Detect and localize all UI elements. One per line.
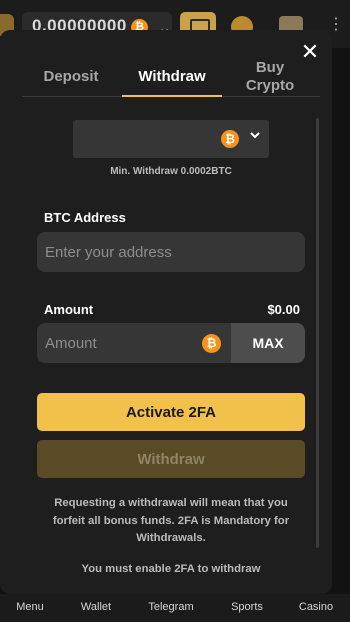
- min-withdraw-text: Min. Withdraw 0.0002BTC: [110, 166, 232, 177]
- amount-field: ₿ MAX: [37, 323, 305, 363]
- amount-label: Amount: [44, 302, 94, 317]
- wallet-modal: ✕ Deposit Withdraw Buy Crypto ₿ Min. Wit…: [0, 30, 332, 594]
- nav-menu[interactable]: Menu: [0, 601, 60, 613]
- nav-sports[interactable]: Sports: [217, 601, 277, 613]
- address-input[interactable]: [37, 232, 305, 272]
- more-icon[interactable]: ⋮: [328, 14, 344, 34]
- max-button[interactable]: MAX: [231, 323, 305, 363]
- bitcoin-icon: ₿: [202, 334, 221, 353]
- tab-withdraw[interactable]: Withdraw: [122, 54, 222, 97]
- wallet-tabs: Deposit Withdraw Buy Crypto: [22, 54, 320, 97]
- nav-telegram[interactable]: Telegram: [141, 601, 201, 613]
- tab-buy-crypto-line1: Buy: [255, 59, 285, 76]
- bitcoin-icon: ₿: [221, 130, 239, 148]
- coin-select[interactable]: ₿: [73, 120, 269, 158]
- address-label: BTC Address: [44, 210, 126, 225]
- nav-wallet[interactable]: Wallet: [66, 601, 126, 613]
- amount-usd-value: $0.00: [267, 302, 300, 317]
- withdraw-button[interactable]: Withdraw: [37, 440, 305, 478]
- tab-buy-crypto[interactable]: Buy Crypto: [230, 54, 310, 97]
- activate-2fa-button[interactable]: Activate 2FA: [37, 393, 305, 431]
- tab-deposit[interactable]: Deposit: [22, 54, 120, 97]
- withdraw-warning: Requesting a withdrawal will mean that y…: [52, 497, 290, 544]
- chevron-down-icon: [249, 128, 261, 144]
- tab-buy-crypto-line2: Crypto: [245, 77, 295, 94]
- nav-casino[interactable]: Casino: [286, 601, 346, 613]
- bottom-nav: Menu Wallet Telegram Sports Casino: [0, 594, 350, 622]
- amount-input[interactable]: [37, 323, 197, 363]
- scrollbar[interactable]: [316, 118, 319, 548]
- enable-2fa-note: You must enable 2FA to withdraw: [81, 563, 261, 575]
